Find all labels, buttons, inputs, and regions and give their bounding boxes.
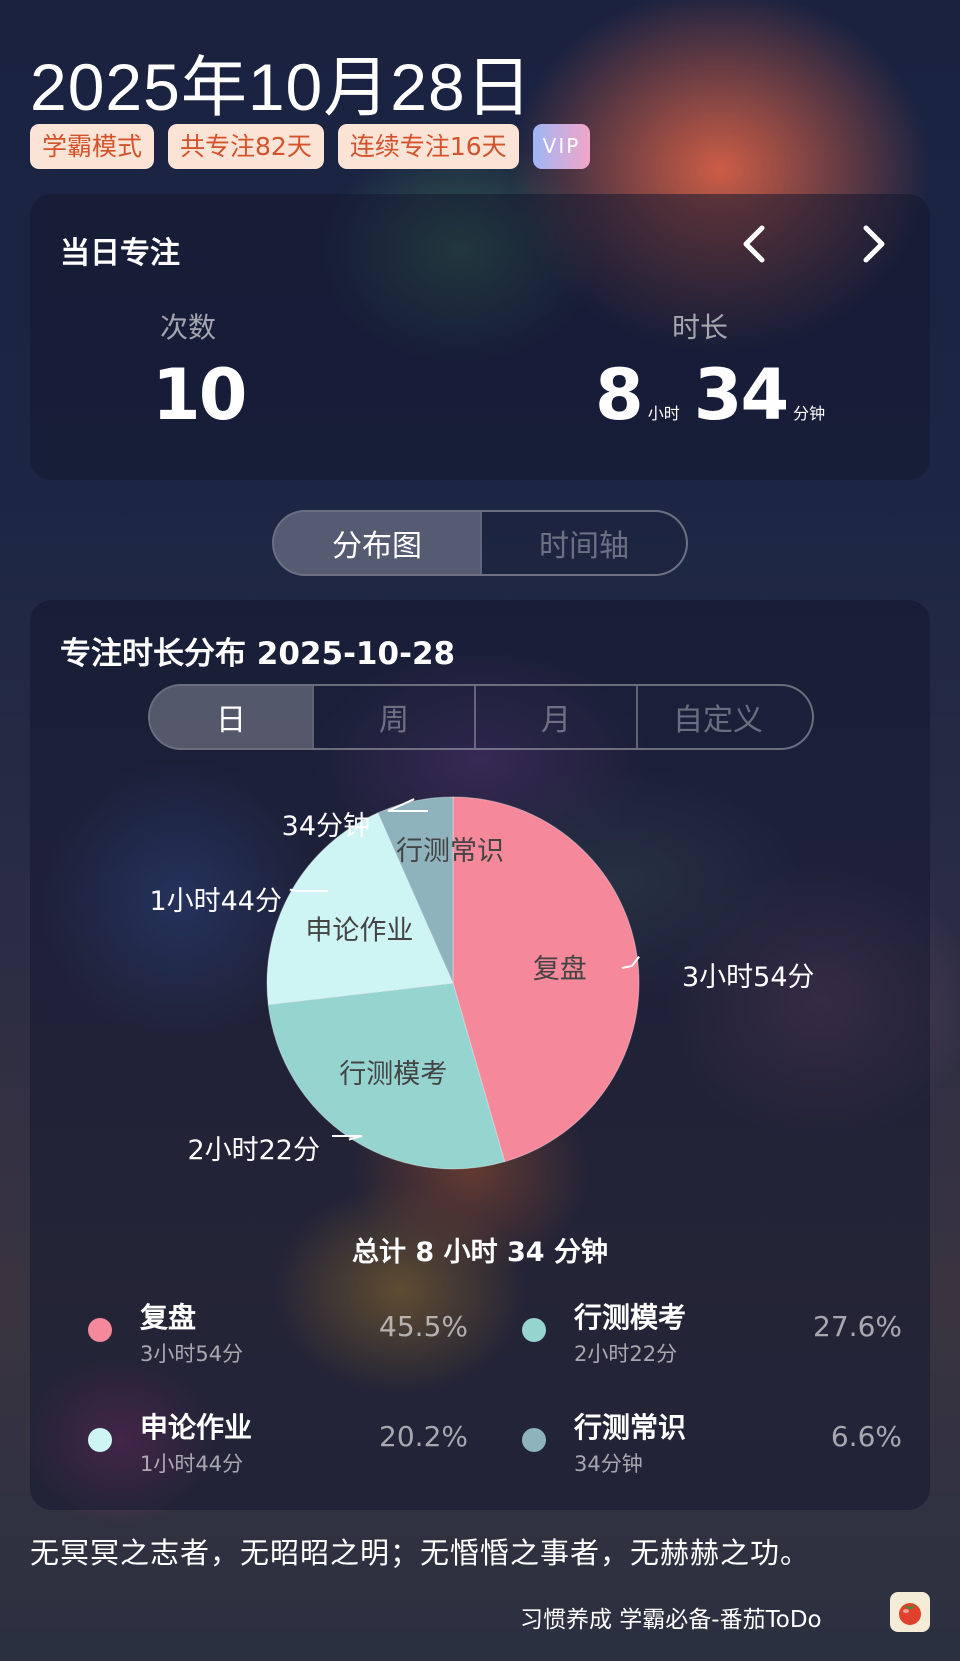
legend-percent: 20.2% [379, 1420, 468, 1453]
legend-duration: 2小时22分 [574, 1342, 678, 1366]
tomato-icon [890, 1592, 930, 1632]
count-value: 10 [152, 354, 247, 436]
legend-duration: 34分钟 [574, 1452, 643, 1476]
vip-badge[interactable]: VIP [532, 124, 591, 169]
duration-value: 8 小时 34 分钟 [595, 354, 839, 436]
legend-name: 行测常识 [574, 1411, 687, 1444]
legend-item: 行测常识 34分钟 6.6% [522, 1406, 902, 1486]
slice-value-label: 3小时54分 [682, 962, 815, 993]
minutes-unit: 分钟 [793, 404, 826, 423]
duration-hours: 8 [595, 354, 644, 436]
chevron-left-icon [743, 225, 765, 263]
total-duration: 总计 8 小时 34 分钟 [352, 1237, 608, 1268]
hours-unit: 小时 [647, 404, 680, 423]
slice-value-label: 34分钟 [282, 811, 370, 842]
duration-minutes: 34 [693, 354, 789, 436]
legend-item: 复盘 3小时54分 45.5% [88, 1296, 468, 1376]
date-title: 2025年10月28日 [30, 50, 533, 124]
legend-name: 复盘 [140, 1301, 197, 1334]
daily-focus-title: 当日专注 [60, 236, 180, 271]
slice-category-label: 申论作业 [305, 915, 413, 946]
slice-value-label: 2小时22分 [187, 1135, 320, 1166]
view-tabs: 分布图 时间轴 [272, 510, 688, 576]
duration-label: 时长 [672, 311, 729, 344]
tab-timeline[interactable]: 时间轴 [480, 512, 686, 574]
legend-duration: 3小时54分 [140, 1342, 244, 1366]
legend-dot [88, 1428, 112, 1452]
daily-focus-card: 当日专注 次数 10 时长 8 小时 34 分钟 [30, 194, 930, 480]
motto-quote: 无冥冥之志者，无昭昭之明；无惛惛之事者，无赫赫之功。 [30, 1536, 811, 1570]
slice-category-label: 行测模考 [339, 1059, 447, 1090]
legend-name: 行测模考 [574, 1301, 687, 1334]
header-tags: 学霸模式 共专注82天 连续专注16天 VIP [30, 124, 591, 169]
total-days-tag: 共专注82天 [168, 124, 324, 169]
mode-tag: 学霸模式 [30, 124, 155, 169]
slice-value-label: 1小时44分 [149, 886, 282, 917]
legend-percent: 45.5% [379, 1310, 468, 1343]
legend-item: 行测模考 2小时22分 27.6% [522, 1296, 902, 1376]
slice-category-label: 行测常识 [396, 836, 504, 867]
legend-duration: 1小时44分 [140, 1452, 244, 1476]
tab-distribution[interactable]: 分布图 [274, 512, 480, 574]
legend-dot [88, 1318, 112, 1342]
chevron-right-icon [863, 225, 885, 263]
legend-dot [522, 1428, 546, 1452]
legend-percent: 6.6% [830, 1420, 902, 1453]
next-day-button[interactable] [850, 222, 894, 266]
streak-tag: 连续专注16天 [337, 124, 519, 169]
distribution-card: 专注时长分布 2025-10-28 日 周 月 自定义 复盘 3小时54分 行测模考… [30, 600, 930, 1510]
count-label: 次数 [160, 311, 217, 344]
legend-dot [522, 1318, 546, 1342]
footer-slogan: 习惯养成 学霸必备-番茄ToDo [520, 1607, 822, 1633]
prev-day-button[interactable] [734, 222, 778, 266]
legend-item: 申论作业 1小时44分 20.2% [88, 1406, 468, 1486]
legend-name: 申论作业 [140, 1411, 253, 1444]
slice-category-label: 复盘 [533, 954, 587, 985]
legend-percent: 27.6% [813, 1310, 902, 1343]
